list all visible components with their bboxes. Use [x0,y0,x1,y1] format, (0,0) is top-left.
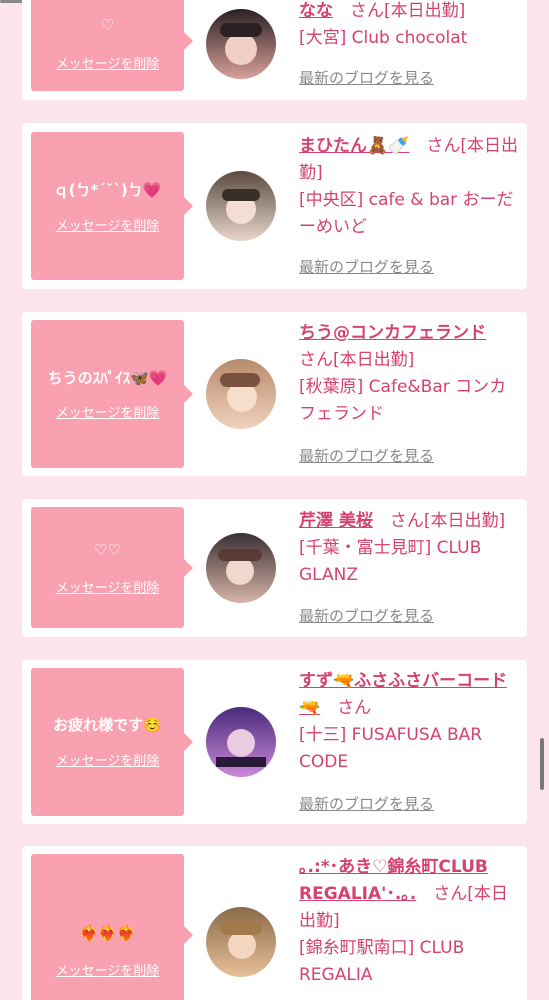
cast-info: ちう@コンカフェランド さん[本日出勤] [秋葉原] Cafe&Bar コンカフ… [299,320,519,428]
cast-name-link[interactable]: なな [299,1,333,21]
message-card: ｑ(ㄅ*´˘`)ㄅ💗 メッセージを削除 まひたん🧸🍼 さん[本日出勤] [中央区… [22,123,527,289]
cast-message-list: ♡ メッセージを削除 なな さん[本日出勤] [大宮] Club chocola… [0,0,549,1000]
latest-blog-link[interactable]: 最新のブログを見る [299,256,434,277]
scrollbar[interactable] [540,738,544,790]
delete-message-link[interactable]: メッセージを削除 [31,960,184,979]
delete-message-link[interactable]: メッセージを削除 [31,53,184,72]
cast-info: すず🔫ふさふさバーコード🔫 さん [十三] FUSAFUSA BAR CODE [299,668,519,776]
cast-name-link[interactable]: まひたん🧸🍼 [299,136,409,156]
latest-blog-link[interactable]: 最新のブログを見る [299,445,434,466]
avatar[interactable] [206,907,276,977]
cast-status: さん [337,698,372,718]
message-text: お疲れ様です☺️ [53,716,162,734]
cast-shop: [中央区] cafe & bar おーだーめいど [299,190,514,237]
cast-status: さん[本日出勤] [299,350,415,370]
delete-message-link[interactable]: メッセージを削除 [31,750,184,769]
message-card: ♡♡ メッセージを削除 芹澤 美桜 さん[本日出勤] [千葉・富士見町] CLU… [22,499,527,637]
delete-message-link[interactable]: メッセージを削除 [31,215,184,234]
cast-name-link[interactable]: ちう@コンカフェランド [299,323,486,343]
avatar[interactable] [206,171,276,241]
message-card: ちうのｽﾊﾟｲｽ🦋💗 メッセージを削除 ちう@コンカフェランド さん[本日出勤]… [22,312,527,476]
cast-shop: [秋葉原] Cafe&Bar コンカフェランド [299,377,507,424]
message-bubble: ♡ メッセージを削除 [31,0,193,91]
message-text: ❤️‍🔥❤️‍🔥❤️‍🔥 [79,924,136,942]
avatar[interactable] [206,9,276,79]
message-bubble: ちうのｽﾊﾟｲｽ🦋💗 メッセージを削除 [31,320,193,468]
delete-message-link[interactable]: メッセージを削除 [31,402,184,421]
cast-shop: [錦糸町駅南口] CLUB REGALIA [299,938,465,985]
message-text: ♡ [100,16,115,34]
message-bubble: お疲れ様です☺️ メッセージを削除 [31,668,193,816]
cast-shop: [十三] FUSAFUSA BAR CODE [299,725,483,772]
message-text: ♡♡ [94,541,121,559]
cast-info: ｡.:*･あき♡錦糸町CLUB REGALIA'･.｡. さん[本日出勤] [錦… [299,854,519,989]
latest-blog-link[interactable]: 最新のブログを見る [299,67,434,88]
cast-status: さん[本日出勤] [350,1,466,21]
message-bubble: ♡♡ メッセージを削除 [31,507,193,628]
avatar[interactable] [206,359,276,429]
cast-shop: [大宮] Club chocolat [299,28,468,48]
latest-blog-link[interactable]: 最新のブログを見る [299,605,434,626]
cast-info: 芹澤 美桜 さん[本日出勤] [千葉・富士見町] CLUB GLANZ [299,508,519,589]
avatar[interactable] [206,707,276,777]
delete-message-link[interactable]: メッセージを削除 [31,577,184,596]
cast-name-link[interactable]: 芹澤 美桜 [299,511,373,531]
message-card: ♡ メッセージを削除 なな さん[本日出勤] [大宮] Club chocola… [22,0,527,100]
message-bubble: ｑ(ㄅ*´˘`)ㄅ💗 メッセージを削除 [31,132,193,280]
cast-status: さん[本日出勤] [389,511,506,531]
message-text: ちうのｽﾊﾟｲｽ🦋💗 [47,369,168,387]
cast-name-link[interactable]: すず🔫ふさふさバーコード🔫 [299,671,507,718]
cast-shop: [千葉・富士見町] CLUB GLANZ [299,538,482,585]
cast-info: まひたん🧸🍼 さん[本日出勤] [中央区] cafe & bar おーだーめいど [299,133,519,241]
message-bubble: ❤️‍🔥❤️‍🔥❤️‍🔥 メッセージを削除 [31,854,193,1000]
message-text: ｑ(ㄅ*´˘`)ㄅ💗 [53,181,162,199]
latest-blog-link[interactable]: 最新のブログを見る [299,793,434,814]
message-card: ❤️‍🔥❤️‍🔥❤️‍🔥 メッセージを削除 ｡.:*･あき♡錦糸町CLUB RE… [22,846,527,1000]
message-card: お疲れ様です☺️ メッセージを削除 すず🔫ふさふさバーコード🔫 さん [十三] … [22,660,527,824]
cast-info: なな さん[本日出勤] [大宮] Club chocolat [299,0,519,52]
avatar[interactable] [206,533,276,603]
